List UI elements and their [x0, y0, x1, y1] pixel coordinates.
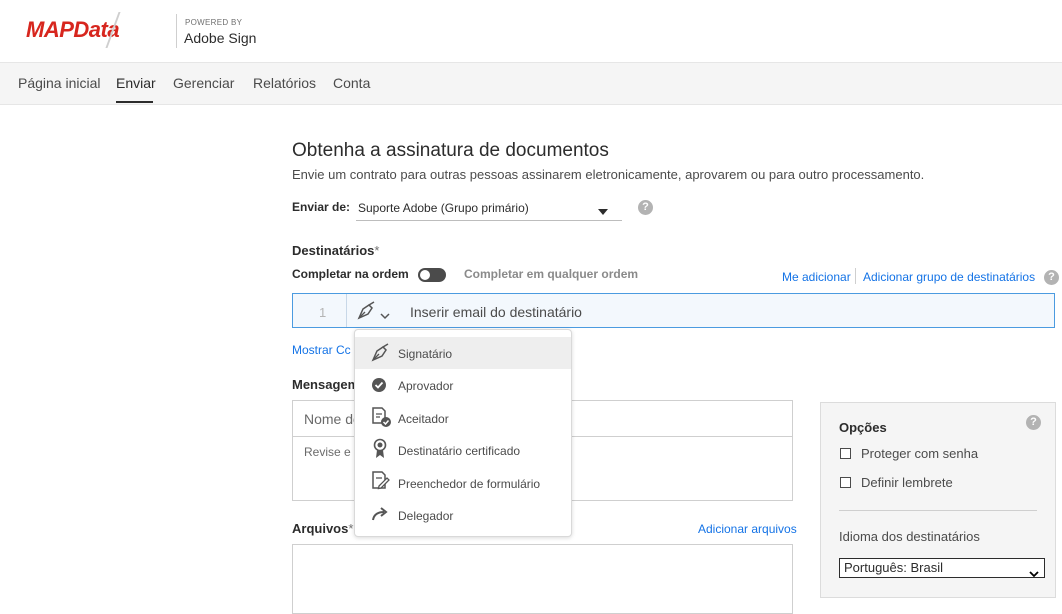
nav-send[interactable]: Enviar: [116, 75, 156, 91]
protect-password-checkbox[interactable]: [840, 448, 851, 459]
message-label: Mensagem: [292, 377, 360, 392]
document-name-input[interactable]: Nome do: [304, 411, 361, 427]
role-selector-button[interactable]: [356, 301, 390, 326]
role-option-label: Aceitador: [398, 412, 449, 426]
add-me-link[interactable]: Me adicionar: [782, 270, 851, 284]
nav-reports[interactable]: Relatórios: [253, 75, 316, 91]
nav-active-indicator: [116, 101, 153, 103]
role-option-label: Preenchedor de formulário: [398, 477, 541, 491]
files-drop-area[interactable]: [292, 544, 793, 614]
recipient-number: 1: [319, 305, 327, 320]
caret-down-icon: [598, 204, 608, 218]
protect-password-label: Proteger com senha: [861, 446, 979, 461]
recipient-language-value: Português: Brasil: [844, 560, 943, 575]
mapdata-logo[interactable]: MAPData: [26, 17, 120, 43]
order-toggle[interactable]: [418, 268, 446, 282]
help-icon[interactable]: ?: [1044, 270, 1059, 285]
help-icon[interactable]: ?: [1026, 415, 1041, 430]
document-check-icon: [370, 406, 391, 427]
main-nav: [0, 63, 1062, 105]
role-option-label: Delegador: [398, 509, 454, 523]
forward-arrow-icon: [370, 505, 390, 525]
set-reminder-checkbox[interactable]: [840, 477, 851, 488]
powered-by-label: POWERED BY: [185, 18, 243, 27]
recipient-email-input[interactable]: Inserir email do destinatário: [410, 304, 582, 320]
add-recipient-group-link[interactable]: Adicionar grupo de destinatários: [863, 270, 1035, 284]
nav-account[interactable]: Conta: [333, 75, 370, 91]
header-divider: [176, 14, 177, 48]
complete-any-order-label: Completar em qualquer ordem: [464, 267, 639, 281]
recipient-row: [292, 293, 1055, 328]
chevron-down-icon: [380, 307, 390, 325]
link-separator: [855, 268, 856, 284]
adobe-sign-label: Adobe Sign: [184, 30, 257, 46]
page-subtitle: Envie um contrato para outras pessoas as…: [292, 167, 925, 182]
page-title: Obtenha a assinatura de documentos: [292, 140, 609, 161]
add-files-link[interactable]: Adicionar arquivos: [698, 522, 797, 536]
role-option-label: Aprovador: [398, 379, 454, 393]
nav-home[interactable]: Página inicial: [18, 75, 101, 91]
message-body-input[interactable]: Revise e c: [304, 445, 360, 459]
recipients-label: Destinatários*: [292, 243, 380, 258]
check-circle-icon: [370, 376, 390, 396]
pen-nib-icon: [356, 301, 378, 325]
options-divider: [839, 510, 1037, 511]
send-from-select[interactable]: Suporte Adobe (Grupo primário): [356, 196, 622, 221]
nav-manage[interactable]: Gerenciar: [173, 75, 234, 91]
pen-nib-icon: [370, 343, 390, 363]
send-from-label: Enviar de:: [292, 200, 351, 214]
form-edit-icon: [370, 470, 390, 490]
options-title: Opções: [839, 420, 887, 435]
files-label: Arquivos*: [292, 521, 354, 536]
chevron-down-icon: [1029, 565, 1039, 583]
help-icon[interactable]: ?: [638, 200, 653, 215]
app-header: [0, 0, 1062, 63]
send-from-value: Suporte Adobe (Grupo primário): [358, 201, 529, 215]
ribbon-badge-icon: [370, 438, 390, 458]
role-option-label: Destinatário certificado: [398, 444, 521, 458]
show-cc-link[interactable]: Mostrar Cc: [292, 343, 351, 357]
role-option-label: Signatário: [398, 347, 453, 361]
set-reminder-label: Definir lembrete: [861, 475, 953, 490]
recipient-language-select[interactable]: Português: Brasil: [839, 558, 1045, 578]
recipient-language-label: Idioma dos destinatários: [839, 529, 980, 544]
complete-in-order-label: Completar na ordem: [292, 267, 409, 281]
